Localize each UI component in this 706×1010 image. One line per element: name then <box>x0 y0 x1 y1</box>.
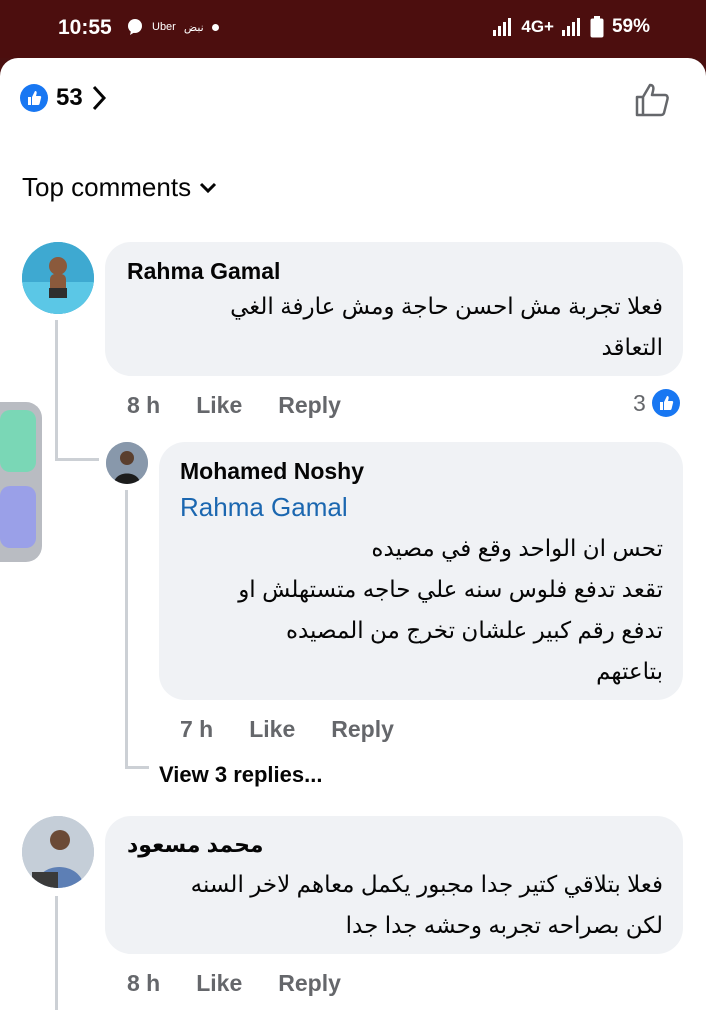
comment-text-line: فعلا تجربة مش احسن حاجة ومش عارفة الغي <box>230 293 663 319</box>
reply-author[interactable]: Mohamed Noshy <box>180 458 364 485</box>
comment-author[interactable]: Rahma Gamal <box>127 258 280 285</box>
like-reaction-icon <box>651 389 680 417</box>
view-replies-link[interactable]: View 3 replies... <box>159 762 322 788</box>
signal-icon-2 <box>561 18 580 36</box>
like-button[interactable]: Like <box>196 970 242 997</box>
reply-bubble[interactable]: Mohamed Noshy Rahma Gamal تحس ان الواحد … <box>159 442 683 700</box>
uber-notification-label: Uber <box>152 21 176 33</box>
comment-bubble[interactable]: محمد مسعود فعلا بتلاقي كتير جدا مجبور يك… <box>105 816 683 954</box>
notification-icons: Uber نبض <box>126 18 219 36</box>
thread-line <box>125 490 128 768</box>
signal-icon <box>493 18 512 36</box>
widget-tile-bottom <box>0 486 36 548</box>
reply-text: تحس ان الواحد وقع في مصيده تقعد تدفع فلو… <box>173 528 663 692</box>
comment-text-line: التعاقد <box>601 334 663 360</box>
thread-line <box>55 896 58 1010</box>
thread-line-curve <box>125 766 149 769</box>
like-reaction-icon <box>20 84 48 112</box>
like-count: 3 <box>633 389 646 416</box>
chat-bubble-icon <box>128 19 142 35</box>
pulse-notification-label: نبض <box>183 21 204 34</box>
chevron-right-icon <box>92 85 106 111</box>
comment-actions: 8 h Like Reply <box>127 392 377 419</box>
comment-like-count[interactable]: 3 <box>633 389 680 417</box>
comment-actions: 8 h Like Reply <box>127 970 377 997</box>
floating-side-widget[interactable] <box>0 402 42 562</box>
comment-text: فعلا بتلاقي كتير جدا مجبور يكمل معاهم لا… <box>123 864 663 946</box>
comment-time: 8 h <box>127 392 161 418</box>
comment-text: فعلا تجربة مش احسن حاجة ومش عارفة الغي ا… <box>123 286 663 368</box>
reply-button[interactable]: Reply <box>278 970 341 997</box>
comment-bubble[interactable]: Rahma Gamal فعلا تجربة مش احسن حاجة ومش … <box>105 242 683 376</box>
widget-tile-top <box>0 410 36 472</box>
thread-line-curve <box>55 458 99 461</box>
status-time: 10:55 <box>58 16 112 39</box>
dot-icon <box>211 23 219 31</box>
reply-actions: 7 h Like Reply <box>180 716 430 743</box>
chevron-down-icon <box>200 182 217 193</box>
avatar[interactable] <box>22 816 94 888</box>
comments-sheet: 53 Top comments Rahma Gamal فعلا تجربة م… <box>0 58 706 1010</box>
status-bar: 10:55 Uber نبض 4G+ 59% <box>0 0 706 58</box>
filter-label: Top comments <box>22 172 192 202</box>
status-right: 4G+ 59% <box>493 16 650 38</box>
like-outline-icon[interactable] <box>634 82 670 118</box>
avatar[interactable] <box>106 442 148 484</box>
reply-button[interactable]: Reply <box>331 716 394 743</box>
comment-text-line: تحس ان الواحد وقع في مصيده <box>371 535 663 561</box>
comment-text-line: بتاعتهم <box>596 658 663 684</box>
comment-author[interactable]: محمد مسعود <box>127 832 264 858</box>
avatar[interactable] <box>22 242 94 314</box>
comment-text-line: لكن بصراحه تجربه وحشه جدا جدا <box>345 912 663 938</box>
network-label: 4G+ <box>521 17 554 36</box>
reaction-count: 53 <box>56 84 83 111</box>
reply-mention[interactable]: Rahma Gamal <box>180 492 348 523</box>
like-button[interactable]: Like <box>249 716 295 743</box>
comment-text-line: تقعد تدفع فلوس سنه علي حاجه متستهلش او <box>238 576 663 602</box>
comment-filter-dropdown[interactable]: Top comments <box>22 172 217 203</box>
reply-button[interactable]: Reply <box>278 392 341 419</box>
battery-percent: 59% <box>611 16 650 37</box>
battery-icon <box>590 16 604 38</box>
comment-text-line: فعلا بتلاقي كتير جدا مجبور يكمل معاهم لا… <box>190 871 663 897</box>
reactions-summary[interactable]: 53 <box>20 84 107 112</box>
comment-time: 8 h <box>127 970 161 996</box>
like-button[interactable]: Like <box>196 392 242 419</box>
thread-line <box>55 320 58 460</box>
reply-time: 7 h <box>180 716 214 742</box>
comment-text-line: تدفع رقم كبير علشان تخرج من المصيده <box>285 617 663 643</box>
